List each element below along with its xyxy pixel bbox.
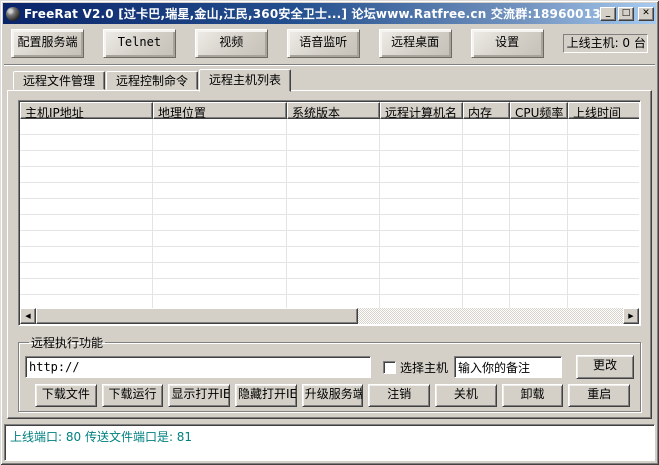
execution-button-row: 下载文件 下载运行 显示打开IE 隐藏打开IE 升级服务端 注销 关机 卸载 重… xyxy=(25,384,634,407)
scroll-right-arrow-icon[interactable]: ▶ xyxy=(623,308,639,324)
host-list-panel: 主机IP地址 地理位置 系统版本 远程计算机名 内存 CPU频率 上线时间 ◀ xyxy=(7,90,652,419)
settings-button[interactable]: 设置 xyxy=(471,29,544,58)
configure-server-button[interactable]: 配置服务端 xyxy=(11,29,84,58)
tab-remote-control-commands[interactable]: 远程控制命令 xyxy=(106,71,198,90)
tab-remote-host-list[interactable]: 远程主机列表 xyxy=(199,69,291,92)
status-text: 上线端口: 80 传送文件端口是: 81 xyxy=(10,430,192,444)
app-window: FreeRat V2.0 [过卡巴,瑞星,金山,江民,360安全卫士...] 论… xyxy=(0,0,659,465)
table-column xyxy=(463,119,510,308)
window-title: FreeRat V2.0 [过卡巴,瑞星,金山,江民,360安全卫士...] 论… xyxy=(24,5,600,22)
download-run-button[interactable]: 下载运行 xyxy=(102,384,164,407)
select-host-label: 选择主机 xyxy=(400,359,448,376)
host-table-header: 主机IP地址 地理位置 系统版本 远程计算机名 内存 CPU频率 上线时间 xyxy=(20,102,639,119)
table-column xyxy=(380,119,463,308)
table-column xyxy=(20,119,153,308)
table-column xyxy=(287,119,380,308)
column-header-cpu-frequency[interactable]: CPU频率 xyxy=(510,102,568,119)
video-button[interactable]: 视频 xyxy=(195,29,268,58)
voice-monitor-button[interactable]: 语音监听 xyxy=(287,29,360,58)
table-column xyxy=(510,119,568,308)
select-host-checkbox[interactable] xyxy=(383,361,396,374)
execution-input-row: 选择主机 更改 xyxy=(25,355,634,379)
remote-desktop-button[interactable]: 远程桌面 xyxy=(379,29,452,58)
column-header-computer-name[interactable]: 远程计算机名 xyxy=(380,102,463,119)
table-column xyxy=(568,119,639,308)
hide-open-ie-button[interactable]: 隐藏打开IE xyxy=(235,384,297,407)
show-open-ie-button[interactable]: 显示打开IE xyxy=(168,384,230,407)
download-file-button[interactable]: 下载文件 xyxy=(35,384,97,407)
horizontal-scrollbar: ◀ ▶ xyxy=(20,308,639,324)
minimize-button-icon[interactable]: _ xyxy=(600,7,616,21)
table-column xyxy=(153,119,287,308)
logoff-button[interactable]: 注销 xyxy=(368,384,430,407)
host-table-body xyxy=(20,119,639,308)
title-bar: FreeRat V2.0 [过卡巴,瑞星,金山,江民,360安全卫士...] 论… xyxy=(3,3,656,24)
remote-execution-group-title: 远程执行功能 xyxy=(29,334,105,351)
scroll-left-arrow-icon[interactable]: ◀ xyxy=(20,308,36,324)
remark-input[interactable] xyxy=(454,356,562,378)
restart-button[interactable]: 重启 xyxy=(568,384,630,407)
tab-remote-file-management[interactable]: 远程文件管理 xyxy=(13,71,105,90)
status-bar: 上线端口: 80 传送文件端口是: 81 xyxy=(4,424,655,461)
scrollbar-track[interactable] xyxy=(358,308,623,324)
app-icon xyxy=(6,7,20,21)
url-input[interactable] xyxy=(25,356,371,378)
column-header-memory[interactable]: 内存 xyxy=(463,102,510,119)
upgrade-server-button[interactable]: 升级服务端 xyxy=(302,384,364,407)
remote-execution-group: 远程执行功能 选择主机 更改 下载文件 下载运行 显示打开IE 隐藏打开IE 升… xyxy=(18,334,641,412)
column-header-host-ip[interactable]: 主机IP地址 xyxy=(20,102,153,119)
online-hosts-count: 上线主机: 0 台 xyxy=(563,34,648,53)
host-table: 主机IP地址 地理位置 系统版本 远程计算机名 内存 CPU频率 上线时间 ◀ xyxy=(18,100,641,326)
change-button[interactable]: 更改 xyxy=(576,355,634,379)
telnet-button[interactable]: Telnet xyxy=(103,29,176,58)
scrollbar-thumb[interactable] xyxy=(36,308,358,324)
column-header-location[interactable]: 地理位置 xyxy=(153,102,287,119)
column-header-os-version[interactable]: 系统版本 xyxy=(287,102,380,119)
uninstall-button[interactable]: 卸载 xyxy=(502,384,564,407)
tab-strip: 远程文件管理 远程控制命令 远程主机列表 xyxy=(3,66,656,90)
window-controls: _ □ ✕ xyxy=(600,7,654,21)
maximize-button-icon[interactable]: □ xyxy=(618,7,634,21)
shutdown-button[interactable]: 关机 xyxy=(435,384,497,407)
column-header-online-time[interactable]: 上线时间 xyxy=(568,102,639,119)
main-toolbar: 配置服务端 Telnet 视频 语音监听 远程桌面 设置 上线主机: 0 台 xyxy=(3,24,656,64)
close-button-icon[interactable]: ✕ xyxy=(638,7,654,21)
